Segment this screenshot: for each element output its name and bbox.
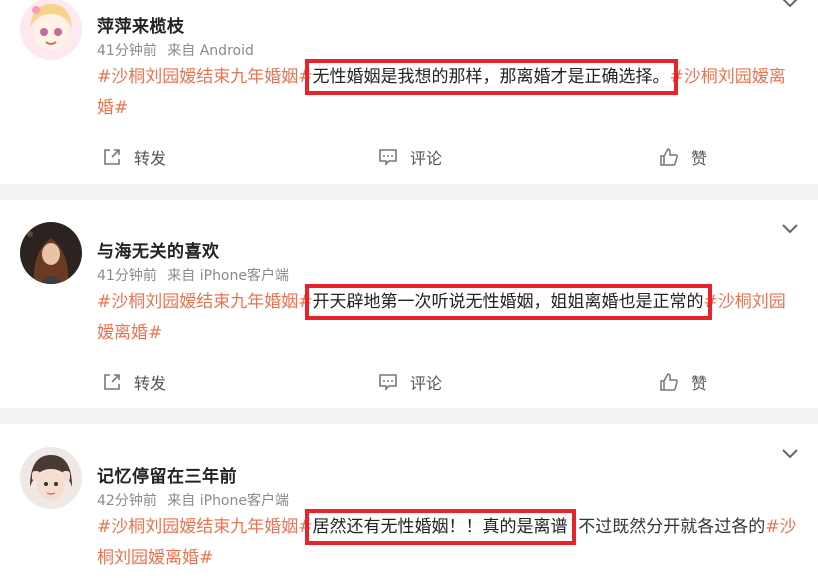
avatar[interactable] bbox=[20, 447, 82, 509]
username[interactable]: 记忆停留在三年前 bbox=[97, 462, 237, 487]
post-separator bbox=[0, 184, 818, 200]
post-source: 来自 iPhone客户端 bbox=[167, 493, 289, 509]
post-meta: 41分钟前 来自 iPhone客户端 bbox=[97, 265, 295, 285]
highlighted-text: 居然还有无性婚姻！！真的是离谱 bbox=[304, 509, 576, 545]
post-1: 萍萍来榄枝 41分钟前 来自 Android #沙桐刘园嫒结束九年婚姻#无性婚姻… bbox=[0, 0, 818, 184]
comment-button[interactable]: 评论 bbox=[378, 370, 442, 394]
hashtag-link[interactable]: #沙桐刘园嫒结束九年婚姻 bbox=[97, 67, 298, 87]
like-label: 赞 bbox=[691, 149, 708, 168]
like-button[interactable]: 赞 bbox=[659, 145, 707, 169]
post-time[interactable]: 42分钟前 bbox=[97, 493, 157, 509]
chevron-down-icon[interactable] bbox=[780, 0, 800, 10]
post-meta: 42分钟前 来自 iPhone客户端 bbox=[97, 490, 295, 510]
post-separator bbox=[0, 408, 818, 424]
avatar[interactable] bbox=[20, 0, 82, 60]
post-content: #沙桐刘园嫒结束九年婚姻#无性婚姻是我想的那样，那离婚才是正确选择。#沙桐刘园嫒… bbox=[97, 59, 797, 124]
post-3: 记忆停留在三年前 42分钟前 来自 iPhone客户端 #沙桐刘园嫒结束九年婚姻… bbox=[0, 424, 818, 578]
chevron-down-icon[interactable] bbox=[780, 447, 800, 461]
hashtag-link[interactable]: #沙桐刘园嫒结束九年婚姻 bbox=[97, 292, 298, 312]
post-time[interactable]: 41分钟前 bbox=[97, 43, 157, 59]
action-bar: 转发 评论 赞 bbox=[0, 145, 818, 169]
avatar[interactable] bbox=[20, 222, 82, 284]
post-content: #沙桐刘园嫒结束九年婚姻#开天辟地第一次听说无性婚姻，姐姐离婚也是正常的#沙桐刘… bbox=[97, 284, 797, 349]
repost-label: 转发 bbox=[134, 374, 167, 393]
thumbs-up-icon bbox=[660, 373, 678, 391]
like-label: 赞 bbox=[691, 374, 708, 393]
repost-button[interactable]: 转发 bbox=[102, 370, 166, 394]
hashtag-link[interactable]: #沙桐刘园嫒结束九年婚姻 bbox=[97, 517, 298, 537]
post-time[interactable]: 41分钟前 bbox=[97, 268, 157, 284]
comment-icon bbox=[379, 374, 397, 391]
post-source: 来自 iPhone客户端 bbox=[167, 268, 289, 284]
post-text: 不过既然分开就各过各的 bbox=[567, 517, 766, 537]
post-content: #沙桐刘园嫒结束九年婚姻#居然还有无性婚姻！！真的是离谱 不过既然分开就各过各的… bbox=[97, 509, 797, 574]
chevron-down-icon[interactable] bbox=[780, 222, 800, 236]
comment-label: 评论 bbox=[410, 374, 443, 393]
share-icon bbox=[104, 149, 120, 165]
repost-button[interactable]: 转发 bbox=[102, 145, 166, 169]
hashtag-end: # bbox=[298, 67, 313, 87]
thumbs-up-icon bbox=[660, 148, 678, 166]
repost-label: 转发 bbox=[134, 149, 167, 168]
highlighted-text: 开天辟地第一次听说无性婚姻，姐姐离婚也是正常的 bbox=[304, 284, 712, 320]
post-meta: 41分钟前 来自 Android bbox=[97, 40, 260, 60]
hashtag-end: # bbox=[298, 517, 313, 537]
username[interactable]: 萍萍来榄枝 bbox=[97, 12, 185, 37]
highlighted-text: 无性婚姻是我想的那样，那离婚才是正确选择。 bbox=[304, 59, 678, 95]
like-button[interactable]: 赞 bbox=[659, 370, 707, 394]
comment-label: 评论 bbox=[410, 149, 443, 168]
action-bar: 转发 评论 赞 bbox=[0, 370, 818, 394]
post-source: 来自 Android bbox=[167, 43, 254, 59]
hashtag-end: # bbox=[298, 292, 313, 312]
share-icon bbox=[104, 374, 120, 390]
username[interactable]: 与海无关的喜欢 bbox=[97, 237, 220, 262]
comment-icon bbox=[379, 149, 397, 166]
post-2: 与海无关的喜欢 41分钟前 来自 iPhone客户端 #沙桐刘园嫒结束九年婚姻#… bbox=[0, 200, 818, 408]
comment-button[interactable]: 评论 bbox=[378, 145, 442, 169]
